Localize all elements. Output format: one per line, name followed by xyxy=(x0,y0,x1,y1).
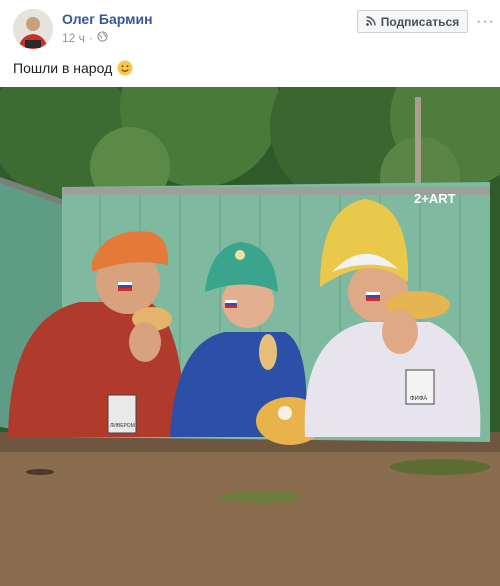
avatar[interactable] xyxy=(13,9,53,49)
artist-tag: 2+ART xyxy=(414,191,456,206)
post-header: Олег Бармин 12 ч · Подписаться ··· xyxy=(0,0,500,56)
smile-emoji xyxy=(117,60,133,76)
post-meta: 12 ч · xyxy=(62,31,108,45)
meta-separator: · xyxy=(88,31,93,45)
badge-left-text: ЛИВЕРОМ xyxy=(110,423,135,429)
badge-right-text: ФИФА xyxy=(410,396,427,402)
more-dots-icon[interactable]: ··· xyxy=(476,13,495,31)
rss-icon xyxy=(365,15,376,29)
post-text: Пошли в народ xyxy=(13,60,133,76)
globe-icon xyxy=(97,31,108,45)
author-name[interactable]: Олег Бармин xyxy=(62,11,153,27)
subscribe-button[interactable]: Подписаться xyxy=(357,10,468,33)
post-time[interactable]: 12 ч xyxy=(62,31,85,45)
subscribe-label: Подписаться xyxy=(380,14,460,29)
post-text-content: Пошли в народ xyxy=(13,60,113,76)
post-photo[interactable]: 2+ART ЛИВЕРОМ ФИФА xyxy=(0,87,500,586)
